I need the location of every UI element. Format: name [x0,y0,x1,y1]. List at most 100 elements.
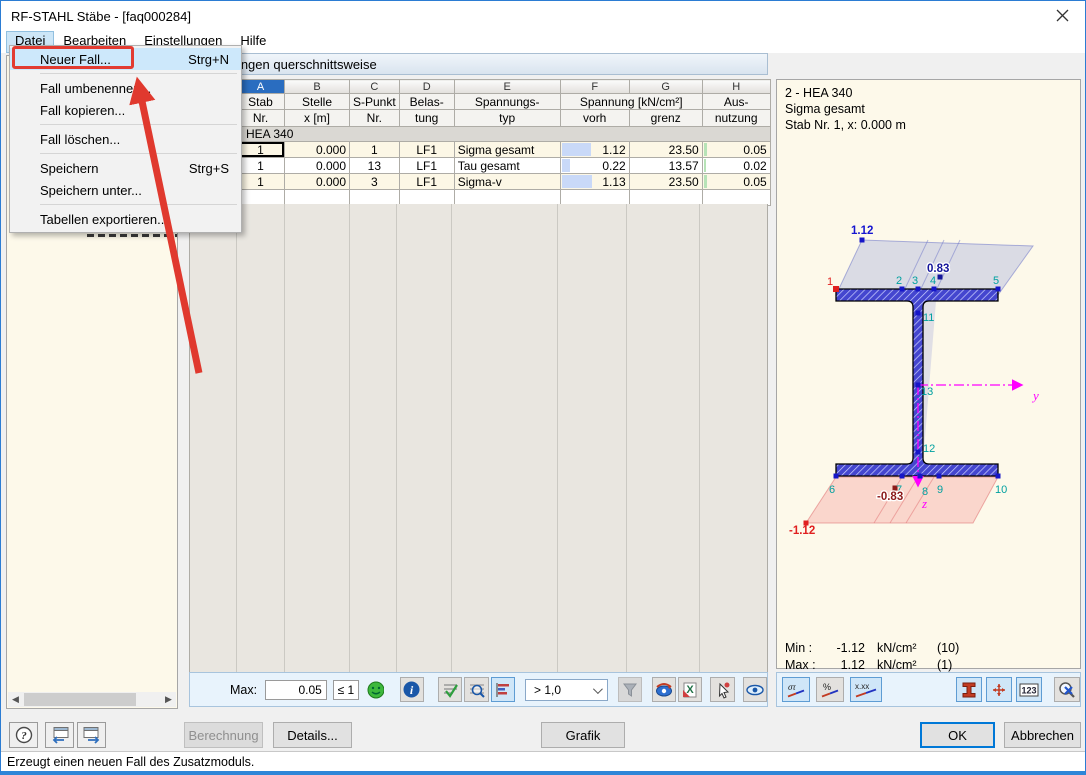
cell-ausnutzung[interactable]: 0.05 [701,141,771,158]
cell-ausnutzung[interactable]: 0.05 [701,173,771,190]
menu-item-speichern-unter[interactable]: Speichern unter... [10,179,241,201]
info-icon: i [403,681,420,698]
header-spannungstyp-2: typ [453,109,561,127]
scroll-left-arrow[interactable]: ◀ [8,692,23,707]
menu-item-speichern[interactable]: Speichern Strg+S [10,157,241,179]
info-button[interactable]: i [399,677,425,702]
menu-item-fall-loeschen[interactable]: Fall löschen... [10,128,241,150]
svg-text:10: 10 [995,484,1007,496]
window-title: RF-STAHL Stäbe - [faq000284] [11,8,191,24]
help-button[interactable]: ? [9,722,38,748]
cell-spannungstyp[interactable]: Sigma-v [453,173,561,190]
show-numbering-button[interactable]: 123 [1016,677,1042,702]
header-belastung-2: tung [398,109,455,127]
cell-spunkt[interactable]: 3 [349,173,400,190]
min-value: -1.12 [836,640,866,655]
i-beam-icon [962,682,976,697]
cell-ausnutzung[interactable]: 0.02 [701,157,771,174]
pick-cursor-icon [718,682,730,699]
min-unit: kN/cm² [877,640,917,655]
cell-grenz[interactable]: 23.50 [628,141,703,158]
column-header-e[interactable]: E [453,79,561,94]
cell-belastung[interactable]: LF1 [398,141,455,158]
excel-export-button[interactable]: X [678,677,703,702]
zoom-reset-button[interactable] [1054,677,1080,702]
cross-section-graphic[interactable]: y z 1 2 3 4 5 6 7 8 9 10 11 12 13 1.12 0… [777,80,1080,668]
pick-in-graphic-button[interactable] [710,677,735,702]
stress-point-marker [833,286,839,292]
column-header-c[interactable]: C [349,79,400,94]
cell-stab[interactable]: 1 [236,141,285,158]
values-display-button[interactable]: x.xx [850,677,882,702]
cell-stab[interactable]: 1 [236,173,285,190]
cell-grenz[interactable]: 13.57 [628,157,703,174]
svg-text:13: 13 [921,386,933,398]
cell-stelle[interactable]: 0.000 [284,141,350,158]
cell-vorh[interactable]: 1.12 [559,141,630,158]
scroll-right-arrow[interactable]: ▶ [161,692,176,707]
section-info: 2 - HEA 340 Sigma gesamt Stab Nr. 1, x: … [785,85,906,133]
utilization-tick [703,175,707,188]
column-header-g[interactable]: G [628,79,703,94]
column-header-h[interactable]: H [701,79,771,94]
close-button[interactable] [1040,1,1085,30]
result-diagram-button[interactable] [490,677,516,702]
status-bar: Erzeugt einen neuen Fall des Zusatzmodul… [1,751,1085,771]
show-profile-button[interactable] [956,677,982,702]
column-header-d[interactable]: D [398,79,455,94]
sigma-tau-display-button[interactable]: στ [782,677,810,702]
menu-item-fall-umbenennen[interactable]: Fall umbenennen... [10,77,241,99]
menu-item-label: Tabellen exportieren... [40,211,168,227]
axis-y-label: y [1031,388,1039,403]
cell-grenz[interactable]: 23.50 [628,173,703,190]
percent-display-button[interactable]: % [816,677,844,702]
help-icon: ? [15,726,32,744]
column-header-f[interactable]: F [559,79,630,94]
header-spannung: Spannung [kN/cm²] [559,93,703,110]
cell-stab[interactable]: 1 [236,157,285,174]
point-number: 1 [827,276,833,288]
utilization-filter-dropdown[interactable]: > 1,0 [525,678,608,701]
view-mode-button[interactable] [651,677,677,702]
previous-module-button[interactable] [45,722,74,748]
result-check-button[interactable] [438,677,463,702]
cell-stelle[interactable]: 0.000 [284,157,350,174]
table-tab-title: Spannungen querschnittsweise [189,53,768,75]
cross-section-panel: 2 - HEA 340 Sigma gesamt Stab Nr. 1, x: … [776,79,1081,672]
web-stress-label: 0.83 [927,263,949,275]
column-header-b[interactable]: B [284,79,350,94]
cell-belastung[interactable]: LF1 [398,157,455,174]
details-button[interactable]: Details... [273,722,352,748]
cell-vorh[interactable]: 0.22 [559,157,630,174]
search-in-table-button[interactable] [464,677,489,702]
percent-icon: % [821,682,839,697]
filter-button [617,677,642,702]
numbers-icon: 123 [1019,683,1039,696]
abbrechen-button[interactable]: Abbrechen [1004,722,1081,748]
nav-horizontal-scrollbar[interactable]: ◀ ▶ [8,692,176,707]
cell-spannungstyp[interactable]: Tau gesamt [453,157,561,174]
clipped-tree-item [87,234,177,237]
menu-item-label: Fall löschen... [40,131,121,147]
svg-text:6: 6 [829,484,835,496]
menu-item-fall-kopieren[interactable]: Fall kopieren... [10,99,241,121]
cell-belastung[interactable]: LF1 [398,173,455,190]
show-dimensions-button[interactable] [986,677,1012,702]
ok-button[interactable]: OK [920,722,995,748]
column-header-a[interactable]: A [236,79,285,94]
cell-spunkt[interactable]: 13 [349,157,400,174]
svg-text:123: 123 [1021,685,1036,695]
svg-text:2: 2 [896,275,902,287]
grafik-button[interactable]: Grafik [541,722,625,748]
cell-spunkt[interactable]: 1 [349,141,400,158]
annotation-highlight-box [12,46,134,69]
scrollbar-thumb[interactable] [24,693,136,706]
next-module-button[interactable] [77,722,106,748]
visibility-button[interactable] [742,677,768,702]
max-utilization-field[interactable]: 0.05 [265,679,327,700]
berechnung-button: Berechnung [184,722,263,748]
cell-spannungstyp[interactable]: Sigma gesamt [453,141,561,158]
menu-item-tabellen-exportieren[interactable]: Tabellen exportieren... [10,208,241,230]
cell-stelle[interactable]: 0.000 [284,173,350,190]
cell-vorh[interactable]: 1.13 [559,173,630,190]
